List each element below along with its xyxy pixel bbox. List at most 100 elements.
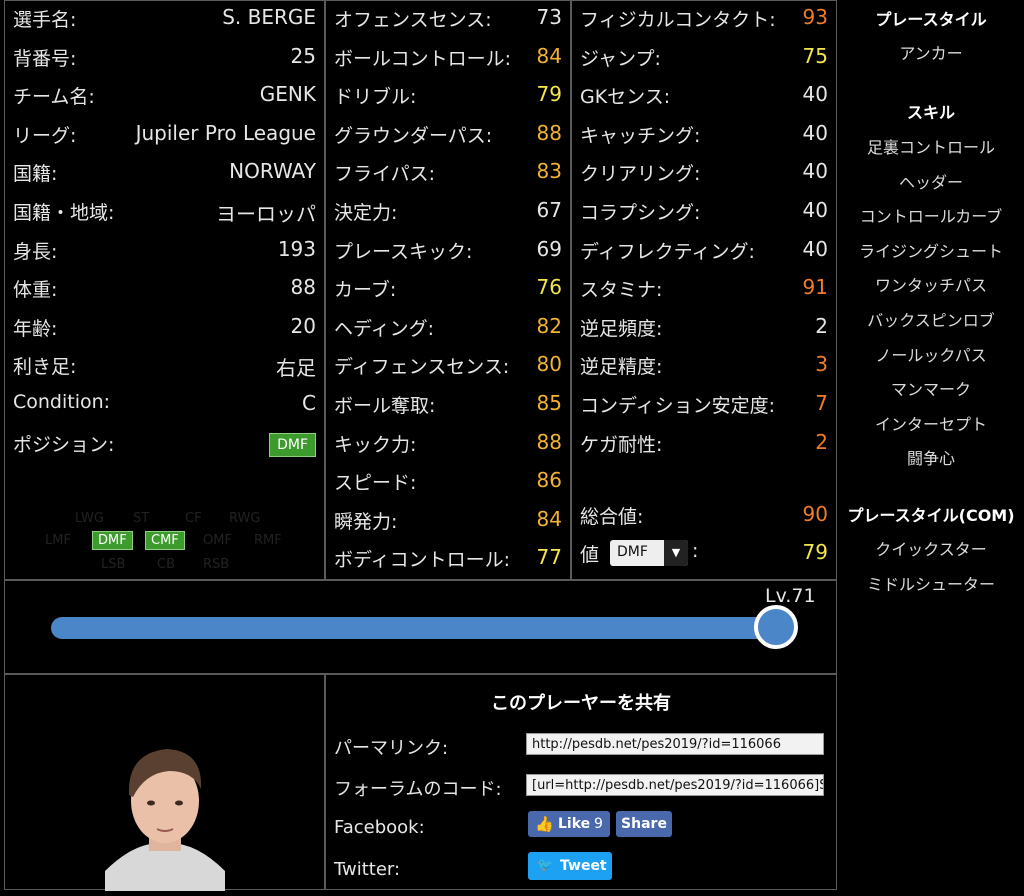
position-value-suffix: : [692,540,699,562]
profile-row: リーグ: Jupiler Pro League [5,117,324,155]
profile-row: 背番号: 25 [5,40,324,78]
position-select[interactable]: DMF ▼ [610,540,688,566]
stat-label: 逆足精度: [580,356,663,379]
stat-label: コラプシング: [580,202,701,224]
profile-value: GENK [259,82,316,107]
stat-row: グラウンダーパス: 88 [326,117,570,155]
stat-value: 7 [815,391,828,415]
share-title: このプレーヤーを共有 [491,693,671,714]
facebook-like-button[interactable]: 👍 Like 9 [528,811,610,837]
like-count: 9 [594,816,603,832]
position-value-label: 値 [580,544,600,566]
photo-panel [4,674,325,891]
stat-value: 88 [536,120,562,145]
stat-label: スピード: [334,472,417,495]
profile-value: 右足 [276,356,316,381]
pos-cb: CB [157,557,175,572]
stat-row: フィジカルコンタクト: 93 [572,1,836,39]
skill-item: コントロールカーブ [859,207,1003,227]
stat-row: 決定力: 67 [326,194,570,232]
stat-row: クリアリング: 40 [572,155,836,193]
profile-label: 年齢: [13,317,58,340]
stat-value: 2 [815,313,828,338]
stat-value: 91 [802,275,828,300]
profile-label: 体重: [13,279,58,302]
profile-label: Condition: [13,391,111,413]
com-playstyle-item: ミドルシューター [866,575,995,594]
profile-value: S. BERGE [222,5,316,29]
facebook-share-button[interactable]: Share [616,811,672,837]
stat-row: カーブ: 76 [326,271,570,309]
stat-value: 67 [536,198,562,222]
stat-label: コンディション安定度: [580,395,776,417]
stat-row: スタミナ: 91 [572,271,836,309]
stat-row: ボール奪取: 85 [326,387,570,425]
tweet-label: Tweet [560,858,607,874]
stat-row: 瞬発力: 84 [326,503,570,541]
stat-label: フィジカルコンタクト: [580,9,776,31]
profile-row: 選手名: S. BERGE [5,1,324,39]
stat-label: キック力: [334,433,417,456]
profile-value: ヨーロッパ [216,202,316,226]
stat-value: 40 [802,82,828,107]
skill-item: 闘争心 [906,449,955,469]
tweet-button[interactable]: 🐦 Tweet [528,852,612,880]
stat-value: 75 [802,43,828,68]
stat-value: 77 [536,545,562,570]
profile-value: 20 [290,313,316,338]
profile-label: 選手名: [13,9,77,31]
profile-value: 25 [290,43,316,68]
stat-label: プレースキック: [334,240,473,263]
stat-value: 86 [536,468,562,493]
profile-value: 193 [277,236,316,261]
profile-label: チーム名: [13,86,95,109]
forum-code-field[interactable]: [url=http://pesdb.net/pes2019/?id=116066… [526,774,824,796]
like-label: Like [558,816,591,832]
stat-label: ディフレクティング: [580,240,755,263]
stat-label: スタミナ: [580,279,663,302]
stat-value: 3 [815,352,828,377]
permalink-field[interactable]: http://pesdb.net/pes2019/?id=116066 [526,733,824,755]
pos-st: ST [133,511,150,526]
pos-lmf: LMF [45,533,71,548]
pos-rwg: RWG [229,511,261,526]
stat-value: 79 [536,82,562,107]
profile-row: 年齢: 20 [5,310,324,348]
stat-row: GKセンス: 40 [572,78,836,116]
overall-label: 総合値: [580,506,644,528]
level-slider-track[interactable] [51,617,791,639]
position-badge: DMF [269,432,316,457]
facebook-label: Facebook: [334,817,425,838]
profile-label: 背番号: [13,47,77,70]
level-panel: Lv.71 [4,580,837,674]
attack-stats-panel: オフェンスセンス: 73 ボールコントロール: 84 ドリブル: 79 グラウンダーパス: 8… [325,0,571,580]
profile-value: NORWAY [229,159,316,184]
skill-item: 足裏コントロール [866,138,995,157]
stat-value: 2 [815,429,828,454]
profile-value: C [302,391,316,415]
stat-label: 逆足頻度: [580,317,663,340]
position-select-value: DMF [617,544,648,560]
stat-label: グラウンダーパス: [334,124,493,147]
stat-label: ボディコントロール: [334,549,511,572]
level-label: Lv.71 [765,585,816,607]
stat-label: カーブ: [334,279,397,302]
stat-value: 83 [536,159,562,184]
stat-row: ディフェンスセンス: 80 [326,348,570,386]
stat-label: ボールコントロール: [334,47,512,70]
skill-item: インターセプト [874,414,987,434]
stat-row: ディフレクティング: 40 [572,233,836,271]
level-slider-handle[interactable] [754,605,799,649]
stat-value: 85 [536,391,562,415]
skill-item: マンマーク [890,380,971,400]
forum-code-label: フォーラムのコード: [334,779,502,800]
stat-value: 40 [802,120,828,145]
com-playstyle-item: クイックスター [875,540,987,559]
skill-item: ライジングシュート [858,241,1003,261]
profile-row: Condition: C [5,387,324,425]
stat-row: 逆足精度: 3 [572,348,836,386]
pos-lwg: LWG [75,511,104,526]
skills-heading: スキル [906,103,955,122]
pos-cf: CF [185,511,202,526]
stat-value: 80 [536,352,562,377]
